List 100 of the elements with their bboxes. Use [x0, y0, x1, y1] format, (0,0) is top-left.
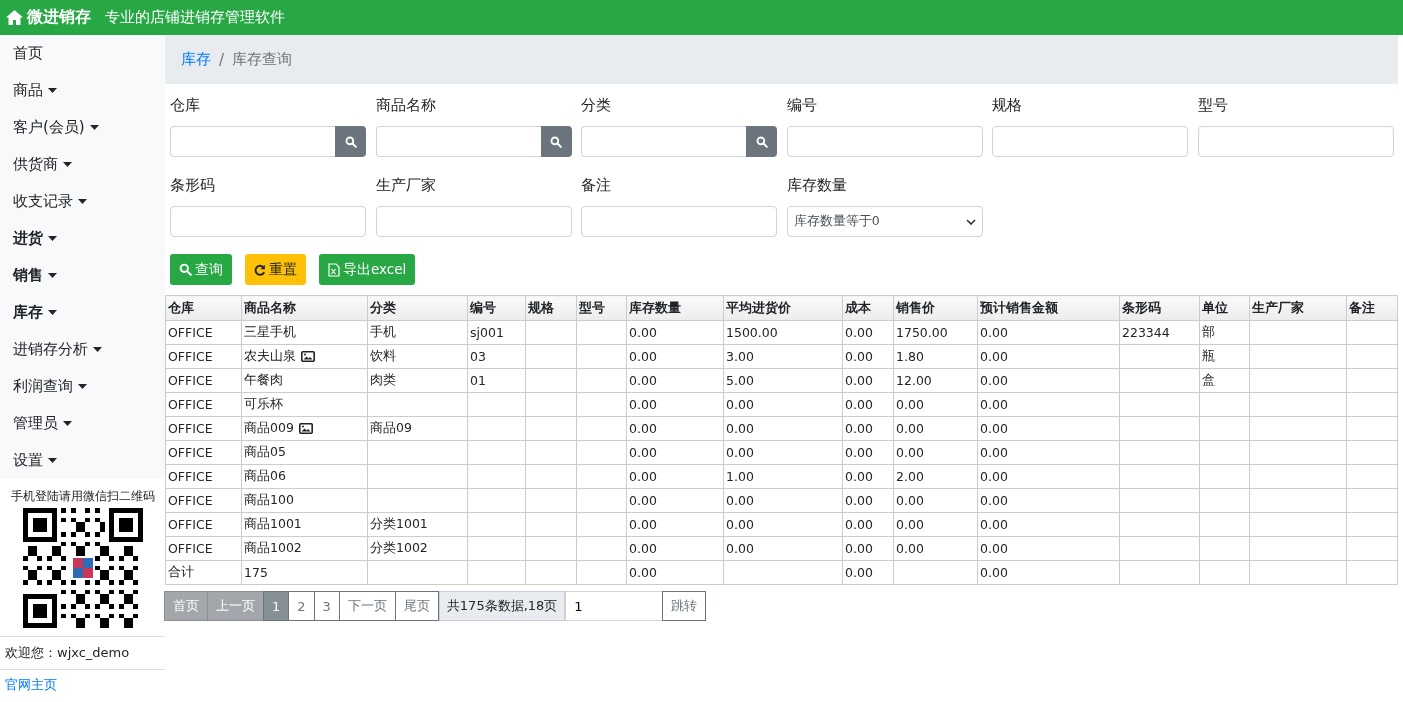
table-cell: 0.00 — [977, 320, 1120, 345]
field-label: 型号 — [1197, 96, 1229, 116]
caret-icon — [48, 88, 57, 93]
reset-button[interactable]: 重置 — [245, 254, 306, 285]
table-cell: 0.00 — [842, 368, 894, 393]
column-header: 商品名称 — [241, 295, 368, 321]
field-label: 条形码 — [170, 176, 216, 196]
caret-icon — [48, 310, 57, 315]
input-field[interactable] — [581, 206, 778, 237]
jump-button[interactable]: 跳转 — [662, 591, 707, 621]
homepage-link[interactable]: 官网主页 — [0, 670, 62, 700]
input-field[interactable] — [375, 206, 572, 237]
table-cell: 可乐杯 — [241, 392, 368, 417]
field-label: 备注 — [581, 176, 613, 196]
table-cell: 0.00 — [842, 392, 894, 417]
table-cell: 午餐肉 — [241, 368, 368, 393]
table-cell: 0.00 — [977, 536, 1120, 561]
stock-quantity-select[interactable]: 库存数量等于0 — [786, 206, 983, 237]
sidebar-item[interactable]: 库存 — [0, 294, 165, 331]
search-button[interactable] — [335, 126, 366, 157]
table-cell: 1.80 — [893, 344, 978, 369]
table-cell: OFFICE — [165, 440, 242, 465]
table-cell: OFFICE — [165, 536, 242, 561]
caret-icon — [63, 421, 72, 426]
table-cell: 0.00 — [893, 392, 978, 417]
column-header: 分类 — [367, 295, 468, 321]
column-header: 成本 — [842, 295, 894, 321]
table-cell: 0.00 — [842, 488, 894, 513]
table-cell: 分类1001 — [367, 512, 468, 537]
table-cell: OFFICE — [165, 320, 242, 345]
sidebar-item[interactable]: 管理员 — [0, 405, 165, 442]
sidebar-item[interactable]: 供货商 — [0, 146, 165, 183]
table-cell: 0.00 — [842, 344, 894, 369]
breadcrumb-separator: / — [219, 50, 225, 69]
image-icon — [298, 423, 313, 434]
column-header: 库存数量 — [626, 295, 724, 321]
table-cell: sj001 — [467, 320, 526, 345]
table-cell: 农夫山泉 — [244, 348, 296, 365]
search-icon — [179, 263, 192, 276]
table-cell: 0.00 — [723, 536, 843, 561]
sidebar-item[interactable]: 首页 — [0, 35, 165, 72]
column-header: 型号 — [576, 295, 627, 321]
table-cell: 三星手机 — [241, 320, 368, 345]
input-field[interactable] — [581, 126, 747, 157]
table-cell: 0.00 — [977, 368, 1120, 393]
input-field[interactable] — [1197, 126, 1394, 157]
table-cell: 0.00 — [723, 440, 843, 465]
table-cell: 商品05 — [241, 440, 368, 465]
sidebar-item[interactable]: 收支记录 — [0, 183, 165, 220]
table-cell: 0.00 — [723, 488, 843, 513]
input-field[interactable] — [170, 206, 366, 237]
search-icon — [755, 135, 768, 148]
caret-icon — [93, 347, 102, 352]
column-header: 销售价 — [893, 295, 978, 321]
input-field[interactable] — [786, 126, 983, 157]
table-cell: 03 — [467, 344, 526, 369]
table-cell: 0.00 — [842, 512, 894, 537]
table-cell: 0.00 — [977, 416, 1120, 441]
table-cell: 0.00 — [626, 344, 724, 369]
field-label: 编号 — [786, 96, 818, 116]
table-cell: 0.00 — [626, 512, 724, 537]
caret-icon — [89, 125, 99, 130]
sidebar-item[interactable]: 客户(会员) — [0, 109, 165, 146]
pagination-button[interactable]: 下一页 — [338, 591, 396, 621]
table-cell: 商品1001 — [241, 512, 368, 537]
table-cell: 0.00 — [626, 368, 724, 393]
sidebar-item[interactable]: 进货 — [0, 220, 165, 257]
table-cell: 3.00 — [723, 344, 843, 369]
input-field[interactable] — [375, 126, 541, 157]
input-field[interactable] — [170, 126, 335, 157]
table-cell: 0.00 — [842, 560, 894, 585]
table-cell: 0.00 — [842, 320, 894, 345]
table-cell: 0.00 — [626, 560, 724, 585]
search-button[interactable] — [540, 126, 572, 157]
caret-icon — [78, 384, 87, 389]
refresh-icon — [254, 263, 266, 276]
table-cell: 12.00 — [893, 368, 978, 393]
sidebar-item[interactable]: 销售 — [0, 257, 165, 294]
pagination-button[interactable]: 3 — [313, 591, 340, 621]
sidebar-item[interactable]: 利润查询 — [0, 368, 165, 405]
search-button[interactable] — [746, 126, 778, 157]
input-field[interactable] — [992, 126, 1189, 157]
table-cell: OFFICE — [165, 464, 242, 489]
table-cell: 0.00 — [893, 488, 978, 513]
image-icon — [301, 351, 315, 362]
table-cell: 0.00 — [626, 440, 724, 465]
page-summary: 共175条数据,18页 — [438, 591, 566, 621]
table-cell: 0.00 — [842, 416, 894, 441]
pagination-button[interactable]: 尾页 — [394, 591, 439, 621]
table-cell: 0.00 — [977, 488, 1120, 513]
sidebar-item[interactable]: 进销存分析 — [0, 331, 165, 368]
sidebar-item[interactable]: 设置 — [0, 442, 165, 479]
sidebar-item[interactable]: 商品 — [0, 72, 165, 109]
field-label: 分类 — [581, 96, 613, 116]
page-number-field[interactable]: 1 — [565, 591, 664, 621]
table-cell: 0.00 — [977, 440, 1120, 465]
column-header: 规格 — [525, 295, 577, 321]
table-cell: 肉类 — [367, 368, 468, 393]
caret-icon — [48, 273, 57, 278]
pagination-button[interactable]: 2 — [288, 591, 315, 621]
